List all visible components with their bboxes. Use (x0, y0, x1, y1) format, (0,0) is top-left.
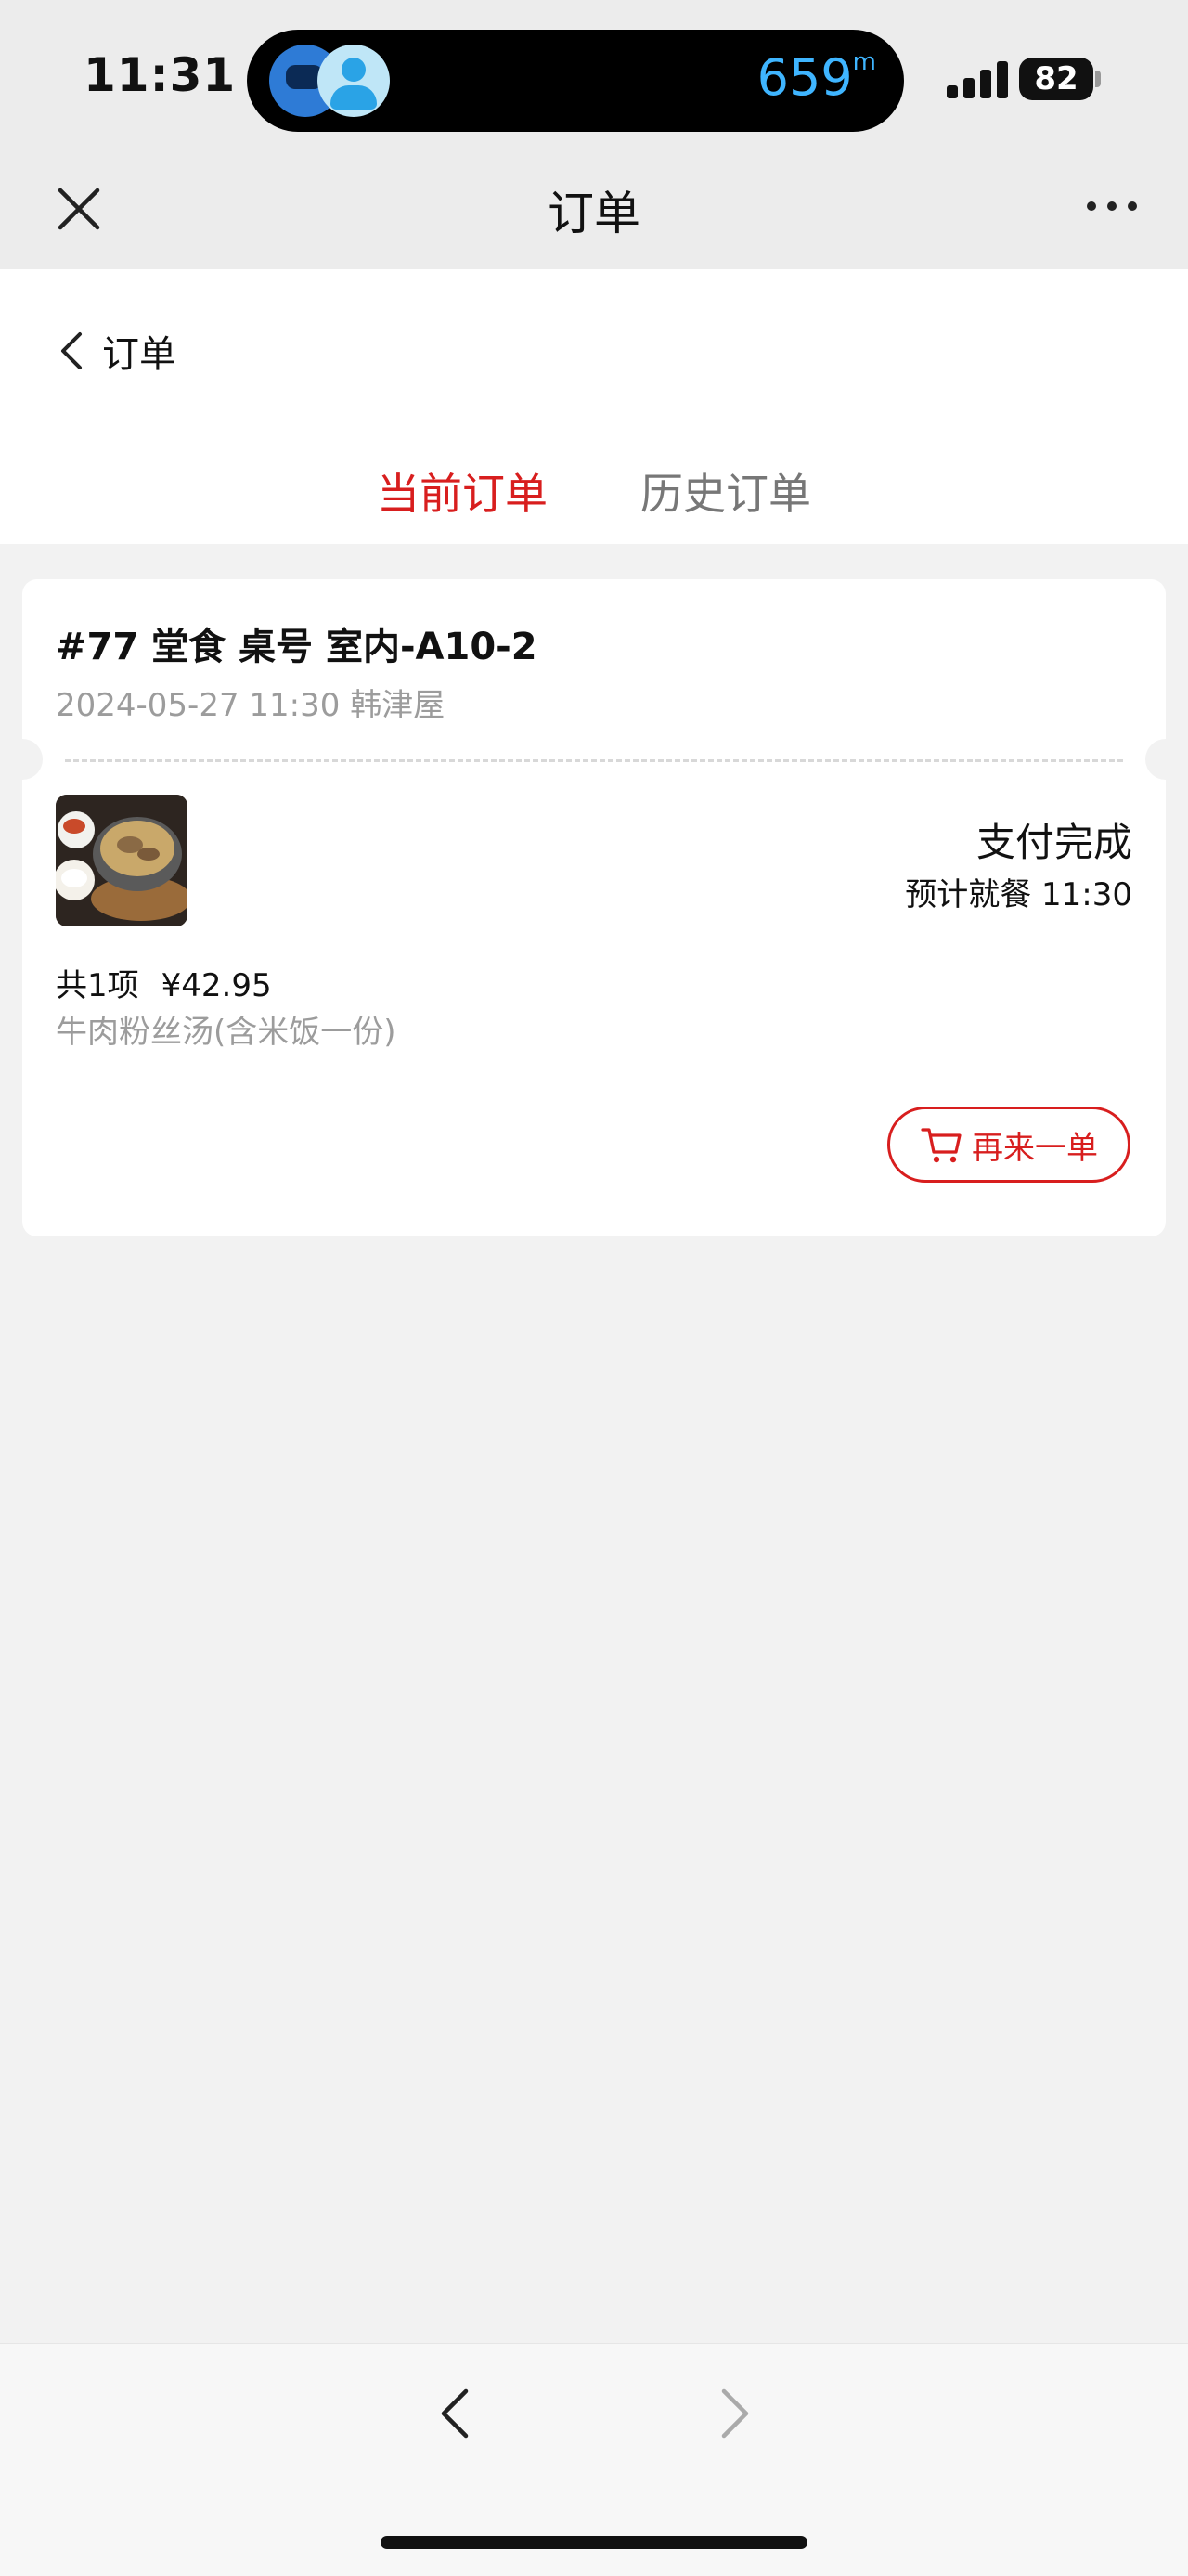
more-icon[interactable] (1084, 195, 1140, 217)
nav-title: 订单 (548, 187, 640, 240)
home-indicator[interactable] (381, 2536, 807, 2549)
cellular-signal-icon (947, 61, 1010, 98)
reorder-button[interactable]: 再来一单 (887, 1107, 1130, 1183)
contact-avatar-icon (317, 45, 390, 117)
back-button[interactable]: 订单 (58, 323, 176, 379)
tab-history-orders[interactable]: 历史订单 (640, 460, 811, 522)
back-label: 订单 (102, 333, 176, 376)
divider (65, 759, 1123, 762)
tab-current-orders[interactable]: 当前订单 (377, 460, 548, 522)
card-notch-right (1145, 739, 1186, 780)
chevron-left-icon[interactable] (434, 2388, 475, 2440)
distance-unit: m (852, 48, 876, 76)
item-name: 牛肉粉丝汤(含米饭一份) (56, 1014, 396, 1051)
distance-value: 659 (756, 48, 853, 107)
order-datetime: 2024-05-27 11:30 (56, 687, 341, 724)
order-meta: 2024-05-27 11:30 韩津屋 (56, 680, 445, 725)
order-eta: 预计就餐 11:30 (905, 876, 1132, 913)
order-tabs: 当前订单 历史订单 (0, 460, 1188, 522)
order-status: 支付完成 (975, 820, 1132, 865)
battery-icon: 82 (1019, 58, 1093, 100)
order-summary: 共1项 ¥42.95 (56, 960, 272, 1005)
battery-tip (1095, 71, 1101, 87)
dynamic-island[interactable]: 659m (247, 30, 904, 132)
chevron-right-icon[interactable] (715, 2388, 755, 2440)
status-time: 11:31 (84, 48, 237, 102)
chevron-left-icon (61, 332, 82, 369)
cart-icon (921, 1128, 962, 1163)
card-notch-left (2, 739, 43, 780)
order-header: #77 堂食 桌号 室内-A10-2 (56, 626, 537, 668)
reorder-label: 再来一单 (972, 1129, 1098, 1167)
order-total: ¥42.95 (161, 967, 272, 1004)
food-thumbnail (56, 795, 187, 926)
distance-readout: 659m (757, 48, 876, 107)
item-count: 共1项 (56, 967, 139, 1004)
store-name: 韩津屋 (350, 687, 446, 724)
